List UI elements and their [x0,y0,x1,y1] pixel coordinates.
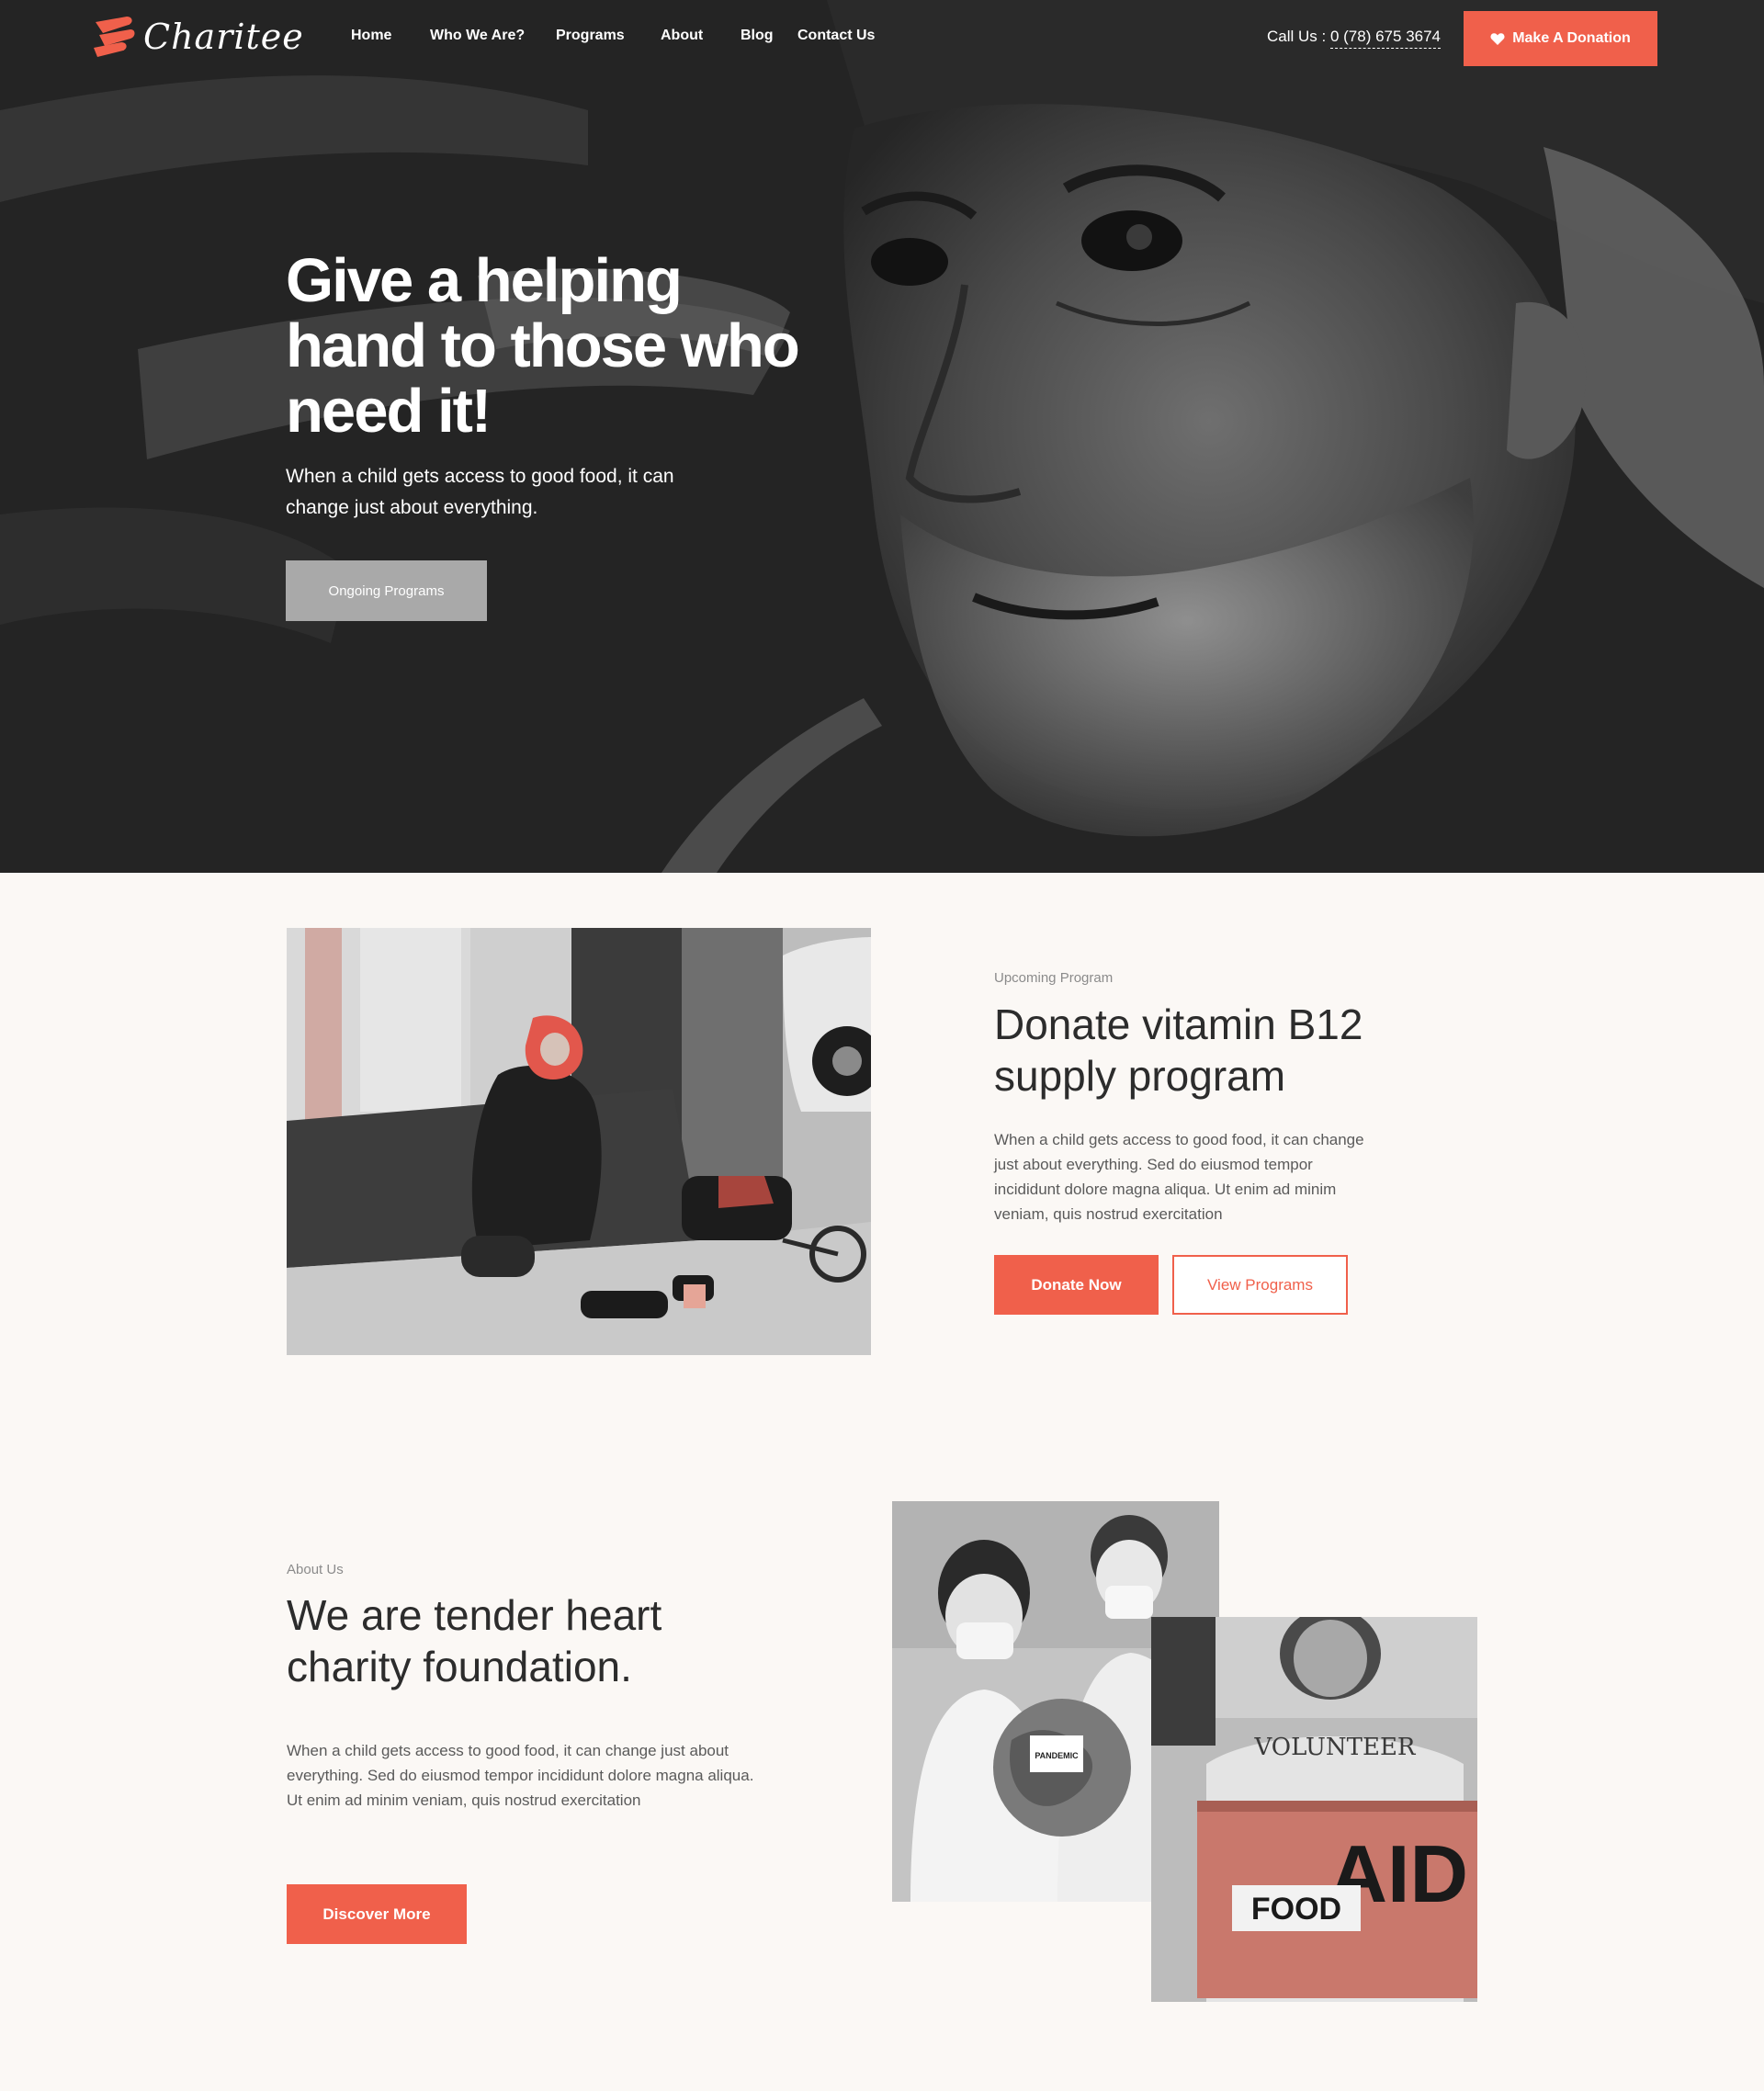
photo-text-volunteer: VOLUNTEER [1253,1734,1416,1761]
hero-subtitle: When a child gets access to good food, i… [286,466,674,518]
about-description: When a child gets access to good food, i… [287,1742,754,1809]
about-photo-volunteer: VOLUNTEER AID FOOD [1151,1617,1477,2002]
view-programs-button[interactable]: View Programs [1172,1255,1348,1315]
ongoing-programs-button[interactable]: Ongoing Programs [286,560,487,621]
call-us: Call Us : 0 (78) 675 3674 [1267,28,1442,49]
program-photo [287,928,871,1355]
call-number-link[interactable]: 0 (78) 675 3674 [1329,28,1442,49]
nav-home[interactable]: Home [351,28,391,44]
nav-programs[interactable]: Programs [556,28,625,44]
nav-contact-us[interactable]: Contact Us [797,28,875,44]
make-donation-label: Make A Donation [1512,30,1631,46]
program-eyebrow: Upcoming Program [994,970,1114,986]
photo-text-pandemic: PANDEMIC [1035,1751,1079,1760]
nav-blog[interactable]: Blog [741,28,774,44]
about-eyebrow: About Us [287,1562,344,1577]
about-title: We are tender heart charity foundation. [287,1591,662,1690]
program-description: When a child gets access to good food, i… [994,1131,1364,1223]
brand-logo[interactable]: Charitee [90,13,304,61]
make-donation-button[interactable]: Make A Donation [1464,11,1657,66]
hero-title: Give a helping hand to those who need it… [286,246,800,446]
heart-icon [1490,32,1505,45]
hero-background-photo [0,0,1764,873]
donate-now-button[interactable]: Donate Now [994,1255,1159,1315]
nav-who-we-are[interactable]: Who We Are? [430,28,525,44]
photo-text-food: FOOD [1251,1892,1341,1927]
hero-section: Charitee Home Who We Are? Programs About… [0,0,1764,873]
nav-about[interactable]: About [661,28,703,44]
call-label: Call Us : [1267,28,1327,45]
top-navbar: Charitee Home Who We Are? Programs About… [0,0,1764,75]
logo-hands-icon [94,17,135,57]
brand-name: Charitee [143,17,304,57]
program-title: Donate vitamin B12 supply program [994,1000,1363,1100]
discover-more-button[interactable]: Discover More [287,1884,467,1944]
